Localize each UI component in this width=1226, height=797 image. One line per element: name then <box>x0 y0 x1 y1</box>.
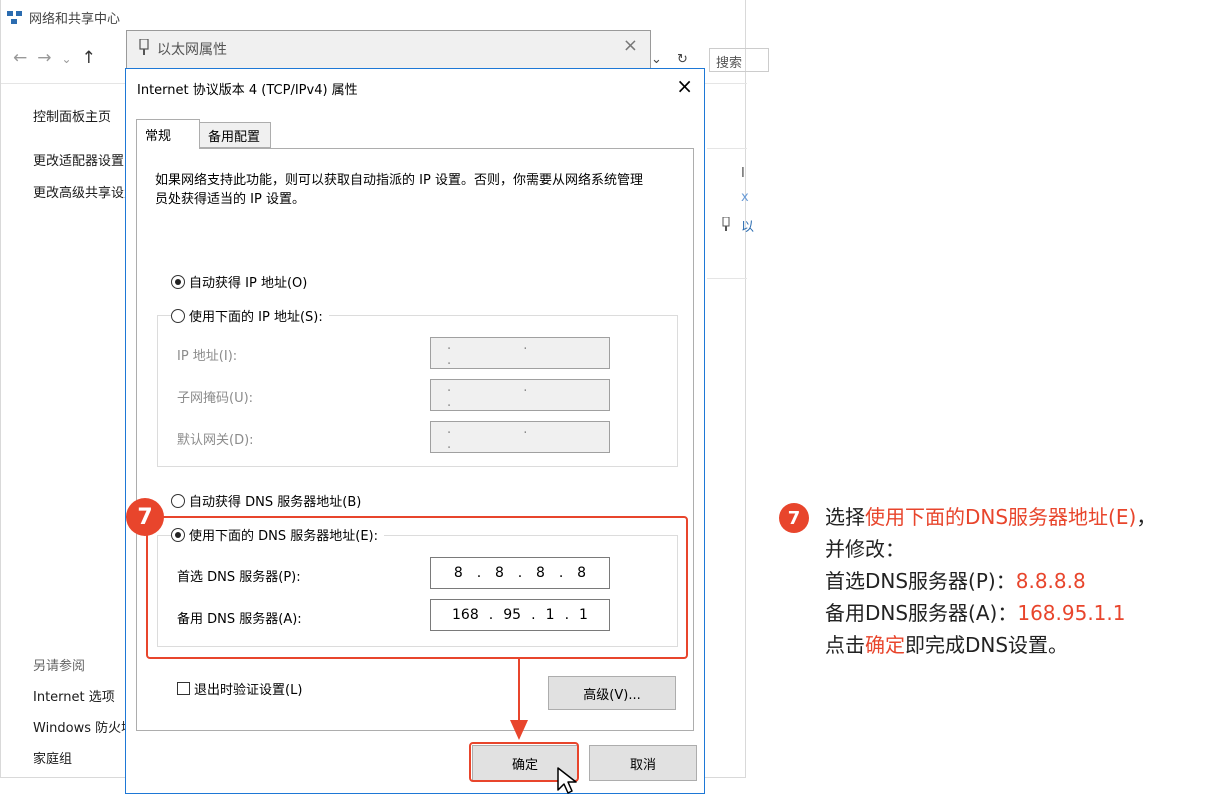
note-line: 点击确定即完成DNS设置。 <box>825 629 1156 661</box>
radio-indicator <box>171 274 185 289</box>
see-also-link-firewall[interactable]: Windows 防火墙 <box>33 717 134 736</box>
note-highlight: 使用下面的DNS服务器地址(E) <box>865 505 1137 529</box>
connection-link-fragment[interactable]: 以 <box>741 216 754 235</box>
note-text: 即完成DNS设置。 <box>905 633 1069 657</box>
note-text: 备用DNS服务器(A)： <box>825 601 1018 625</box>
radio-use-following-ip[interactable]: 使用下面的 IP 地址(S): <box>171 306 329 325</box>
search-input[interactable]: 搜索 <box>709 48 769 72</box>
see-also-header: 另请参阅 <box>33 659 86 674</box>
sidebar-link-advanced-sharing[interactable]: 更改高级共享设置 <box>33 182 137 201</box>
divider <box>707 278 747 279</box>
description-text: 如果网络支持此功能，则可以获取自动指派的 IP 设置。否则，你需要从网络系统管理… <box>155 173 643 207</box>
recent-dropdown-icon[interactable]: ⌄ <box>62 52 82 66</box>
radio-label: 自动获得 DNS 服务器地址(B) <box>189 495 362 510</box>
ethernet-icon <box>722 216 730 231</box>
subnet-mask-label: 子网掩码(U): <box>177 391 254 406</box>
close-icon[interactable]: × <box>623 35 638 56</box>
ip-address-value: . . . <box>447 338 562 368</box>
forward-arrow-icon[interactable]: → <box>37 48 61 68</box>
note-text: 点击 <box>825 633 865 657</box>
subnet-mask-input[interactable]: . . . <box>430 379 610 411</box>
see-also-link-homegroup[interactable]: 家庭组 <box>33 748 72 767</box>
radio-obtain-dns-auto[interactable]: 自动获得 DNS 服务器地址(B) <box>171 491 361 510</box>
default-gateway-label: 默认网关(D): <box>177 433 254 448</box>
tab-alternate-configuration[interactable]: 备用配置 <box>199 122 271 148</box>
divider <box>707 148 747 149</box>
close-icon[interactable]: × <box>676 74 693 98</box>
up-arrow-icon[interactable]: ↑ <box>82 48 106 68</box>
sidebar-link-control-panel-home[interactable]: 控制面板主页 <box>33 106 111 125</box>
connection-fragment: x <box>741 190 749 205</box>
radio-label: 使用下面的 IP 地址(S): <box>189 310 323 325</box>
dialog-title: Internet 协议版本 4 (TCP/IPv4) 属性 <box>137 83 358 98</box>
address-dropdown-icon[interactable]: ⌄ <box>651 52 662 67</box>
ethernet-icon <box>139 38 149 59</box>
note-line: 并修改： <box>825 537 905 561</box>
window-title-bar: 网络和共享中心 <box>7 8 120 27</box>
validate-on-exit-checkbox[interactable]: 退出时验证设置(L) <box>177 679 302 698</box>
see-also-link-internet-options[interactable]: Internet 选项 <box>33 686 115 705</box>
network-icon <box>7 10 23 25</box>
pointer-arrow <box>510 658 528 740</box>
cancel-button[interactable]: 取消 <box>589 745 697 781</box>
note-highlight: 168.95.1.1 <box>1017 601 1126 625</box>
ip-address-label: IP 地址(I): <box>177 349 238 364</box>
sidebar-link-adapter-settings[interactable]: 更改适配器设置 <box>33 150 124 169</box>
ethernet-window-title-bar: 以太网属性 <box>139 38 227 59</box>
default-gateway-input[interactable]: . . . <box>430 421 610 453</box>
radio-label: 自动获得 IP 地址(O) <box>189 276 308 291</box>
note-line: 首选DNS服务器(P)：8.8.8.8 <box>825 565 1156 597</box>
ip-address-input[interactable]: . . . <box>430 337 610 369</box>
radio-obtain-ip-auto[interactable]: 自动获得 IP 地址(O) <box>171 272 307 291</box>
note-line: 选择使用下面的DNS服务器地址(E)， <box>825 501 1156 533</box>
window-title: 网络和共享中心 <box>29 12 121 27</box>
dns-highlight-box <box>146 516 688 659</box>
back-arrow-icon[interactable]: ← <box>13 48 37 68</box>
step-badge: 7 <box>779 503 809 533</box>
note-highlight: 确定 <box>865 633 905 657</box>
radio-indicator <box>171 493 185 508</box>
note-highlight: 8.8.8.8 <box>1015 569 1086 593</box>
checkbox-box <box>177 682 190 695</box>
nav-buttons: ←→⌄↑ <box>13 48 106 68</box>
ipv4-properties-dialog: Internet 协议版本 4 (TCP/IPv4) 属性 × 常规 备用配置 … <box>125 68 705 794</box>
checkbox-label: 退出时验证设置(L) <box>194 683 303 698</box>
mouse-cursor-icon <box>557 767 577 794</box>
note-text: 选择 <box>825 505 865 529</box>
default-gateway-value: . . . <box>447 422 562 452</box>
ethernet-window-title: 以太网属性 <box>157 42 227 58</box>
subnet-mask-value: . . . <box>447 380 562 410</box>
refresh-icon[interactable]: ↻ <box>677 52 688 67</box>
note-text: 首选DNS服务器(P)： <box>825 569 1016 593</box>
note-text: ， <box>1136 505 1157 529</box>
instruction-note: 选择使用下面的DNS服务器地址(E)， 并修改： 首选DNS服务器(P)：8.8… <box>825 501 1156 661</box>
radio-indicator <box>171 308 185 323</box>
advanced-button[interactable]: 高级(V)... <box>548 676 676 710</box>
tab-general[interactable]: 常规 <box>136 119 200 149</box>
step-badge: 7 <box>126 498 164 536</box>
connection-fragment: I <box>741 166 745 181</box>
note-line: 备用DNS服务器(A)：168.95.1.1 <box>825 597 1156 629</box>
